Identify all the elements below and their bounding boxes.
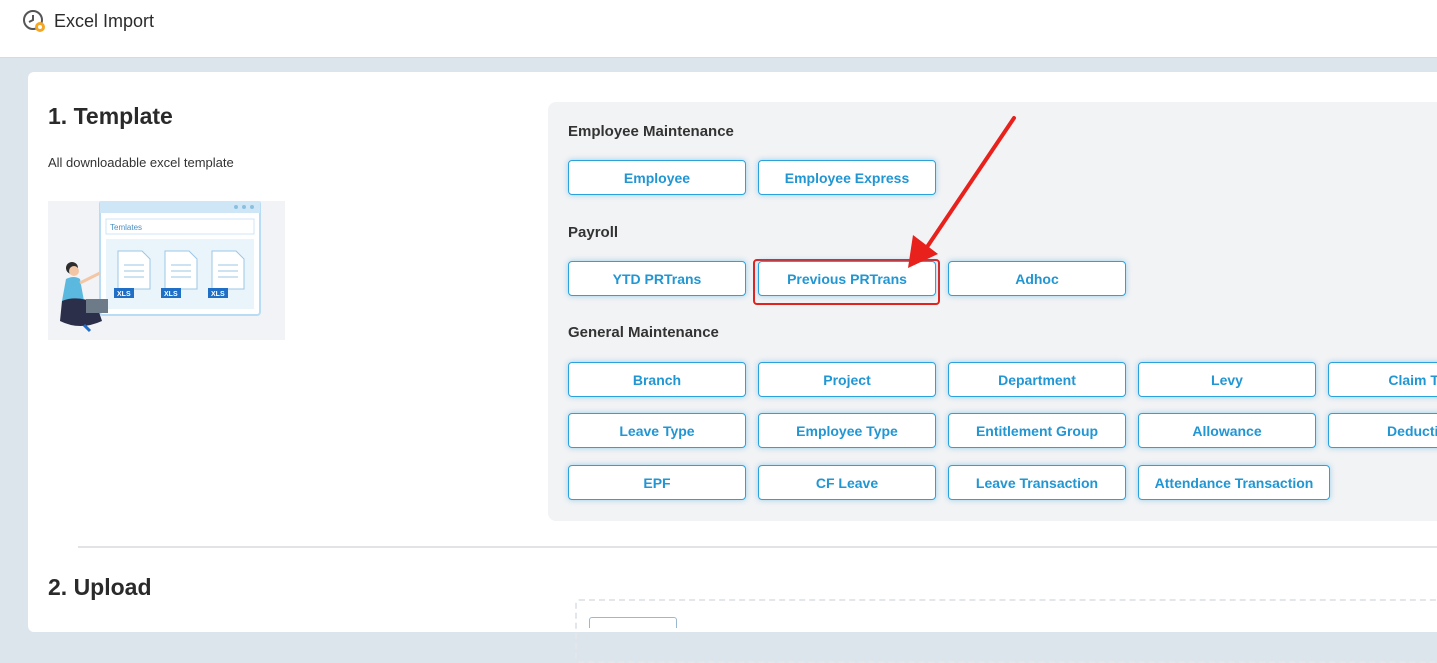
template-description: All downloadable excel template bbox=[48, 155, 234, 170]
group-label-employee-maintenance: Employee Maintenance bbox=[568, 123, 734, 140]
employee-type-button[interactable]: Employee Type bbox=[758, 413, 936, 448]
cf-leave-button[interactable]: CF Leave bbox=[758, 465, 936, 500]
branch-button[interactable]: Branch bbox=[568, 362, 746, 397]
template-heading: 1. Template bbox=[48, 103, 173, 129]
content-card: 1. Template All downloadable excel templ… bbox=[28, 72, 1437, 663]
leave-type-button[interactable]: Leave Type bbox=[568, 413, 746, 448]
entitlement-group-button[interactable]: Entitlement Group bbox=[948, 413, 1126, 448]
xls-badge: XLS bbox=[211, 291, 225, 298]
page-title: Excel Import bbox=[54, 11, 155, 31]
employee-express-button[interactable]: Employee Express bbox=[758, 160, 936, 195]
attendance-transaction-button[interactable]: Attendance Transaction bbox=[1138, 465, 1330, 500]
top-bar: Excel Import bbox=[0, 0, 1437, 58]
employee-button[interactable]: Employee bbox=[568, 160, 746, 195]
epf-button[interactable]: EPF bbox=[568, 465, 746, 500]
section-divider bbox=[78, 546, 1437, 548]
allowance-button[interactable]: Allowance bbox=[1138, 413, 1316, 448]
xls-badge: XLS bbox=[117, 291, 131, 298]
xls-badge: XLS bbox=[164, 291, 178, 298]
upload-dropzone[interactable] bbox=[575, 599, 1437, 663]
group-label-general-maintenance: General Maintenance bbox=[568, 324, 719, 341]
leave-transaction-button[interactable]: Leave Transaction bbox=[948, 465, 1126, 500]
illustration-window-label: Temlates bbox=[110, 223, 142, 232]
upload-browse-button[interactable] bbox=[589, 617, 677, 628]
project-button[interactable]: Project bbox=[758, 362, 936, 397]
upload-heading: 2. Upload bbox=[48, 574, 152, 600]
deduction-button[interactable]: Deductio bbox=[1328, 413, 1437, 448]
template-illustration: Temlates XLS XLS XLS bbox=[48, 200, 285, 340]
department-button[interactable]: Department bbox=[948, 362, 1126, 397]
group-label-payroll: Payroll bbox=[568, 224, 619, 241]
claim-type-button[interactable]: Claim Ty bbox=[1328, 362, 1437, 397]
levy-button[interactable]: Levy bbox=[1138, 362, 1316, 397]
adhoc-button[interactable]: Adhoc bbox=[948, 261, 1126, 296]
previous-prtrans-button[interactable]: Previous PRTrans bbox=[758, 261, 936, 296]
template-panel: Employee Maintenance Employee Employee E… bbox=[548, 102, 1437, 521]
ytd-prtrans-button[interactable]: YTD PRTrans bbox=[568, 261, 746, 296]
clock-gear-icon bbox=[23, 10, 45, 32]
